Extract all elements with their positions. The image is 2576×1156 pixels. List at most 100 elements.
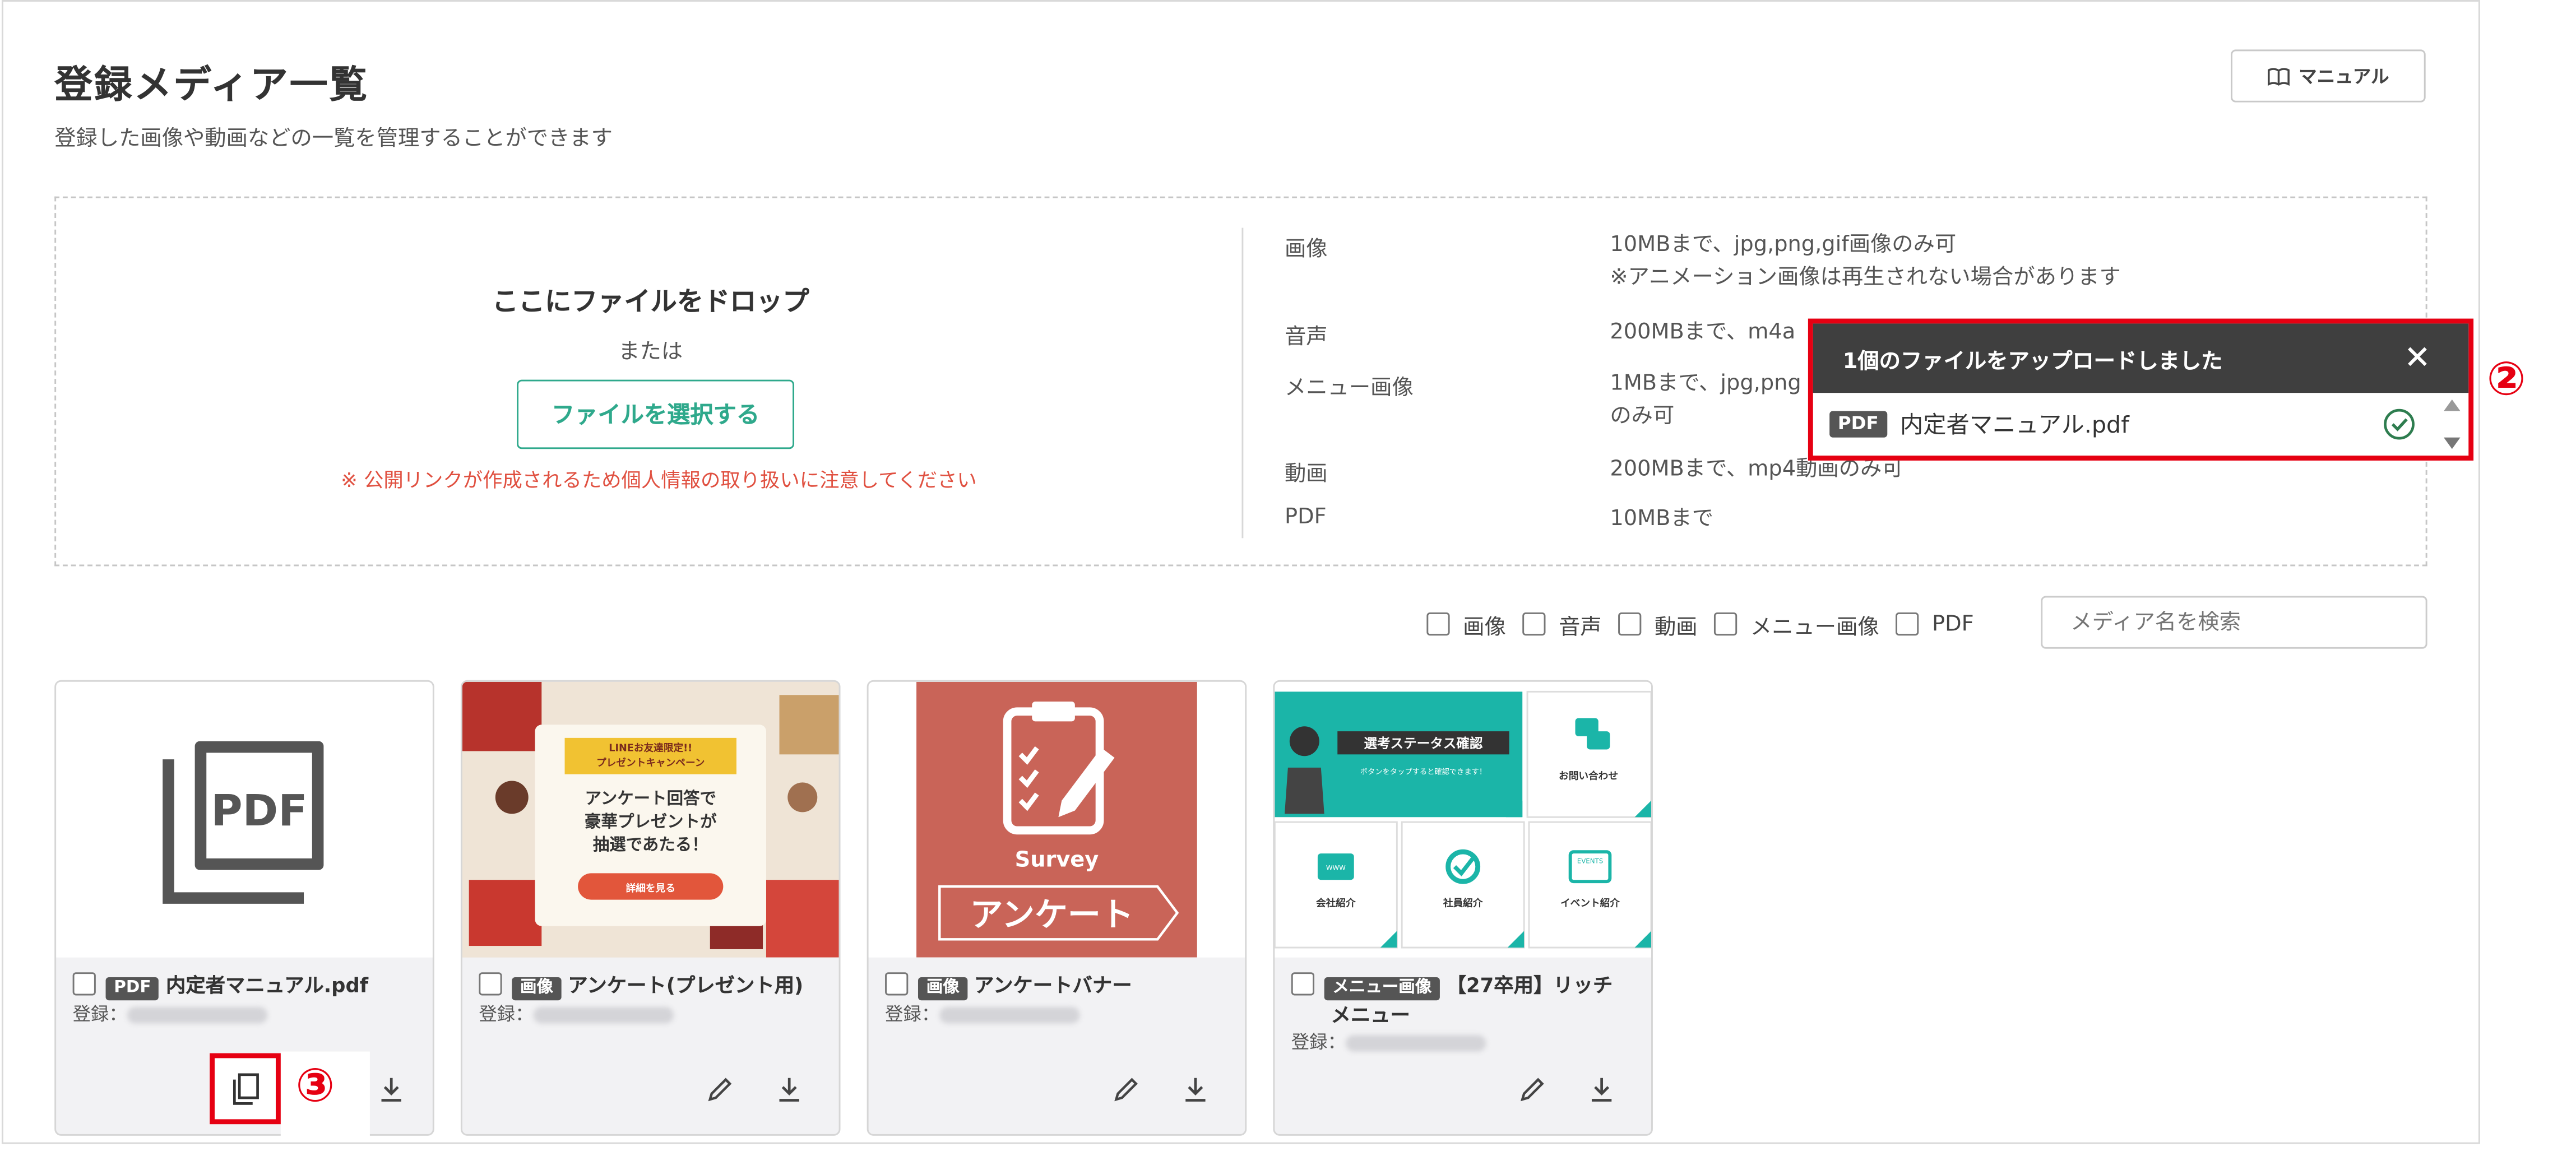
media-card-rich-menu[interactable]: 選考ステータス確認 ボタンをタップすると確認できます！ お問い合わせ WWW 会…	[1273, 680, 1653, 1136]
filter-audio-label: 音声	[1559, 615, 1602, 640]
svg-text:イベント紹介: イベント紹介	[1560, 897, 1620, 909]
scroll-arrows-icon[interactable]	[2442, 396, 2462, 452]
filter-pdf-label: PDF	[1932, 611, 1974, 637]
toast-header: 1個のファイルをアップロードしました	[1813, 323, 2469, 393]
copy-link-button[interactable]	[210, 1053, 281, 1125]
registered-info: 登録：	[479, 1000, 674, 1027]
card-select-checkbox[interactable]	[72, 972, 96, 996]
svg-text:PDF: PDF	[211, 786, 308, 836]
filter-video-label: 動画	[1654, 615, 1698, 640]
spec-desc-menu-image: 1MBまで、jpg,png のみ可	[1610, 371, 1801, 429]
close-icon[interactable]	[2402, 342, 2432, 372]
edit-button[interactable]	[1514, 1071, 1550, 1108]
svg-text:WWW: WWW	[1326, 864, 1346, 872]
card-select-checkbox[interactable]	[1291, 972, 1315, 996]
card-title-row: メニュー画像 【27卒用】リッチ	[1291, 972, 1613, 1001]
book-icon	[2268, 67, 2290, 85]
download-button[interactable]	[373, 1071, 410, 1108]
media-name: アンケート(プレゼント用)	[568, 974, 804, 997]
download-button[interactable]	[1583, 1071, 1620, 1108]
spec-label-audio: 音声	[1284, 325, 1328, 350]
svg-text:プレゼントキャンペーン: プレゼントキャンペーン	[596, 756, 705, 769]
svg-text:ボタンをタップすると確認できます！: ボタンをタップすると確認できます！	[1360, 768, 1486, 777]
file-type-badge: PDF	[1829, 411, 1887, 438]
media-search-input[interactable]	[2041, 596, 2427, 649]
media-name: アンケートバナー	[974, 974, 1132, 997]
type-badge: メニュー画像	[1324, 977, 1440, 1001]
check-circle-icon	[2384, 408, 2415, 440]
privacy-notice: ※ 公開リンクが作成されるため個人情報の取り扱いに注意してください	[341, 468, 977, 492]
svg-text:LINEお友達限定!!: LINEお友達限定!!	[609, 741, 692, 754]
card-title-row: 画像 アンケートバナー	[885, 972, 1132, 1001]
spec-desc-pdf: 10MBまで	[1610, 507, 1714, 532]
pencil-icon	[1520, 1078, 1544, 1102]
media-name-line2: メニュー	[1331, 1004, 1410, 1027]
type-badge: 画像	[918, 977, 968, 1001]
page-title: 登録メディア一覧	[54, 64, 369, 108]
svg-text:豪華プレゼントが: 豪華プレゼントが	[585, 812, 717, 831]
filter-image-checkbox[interactable]	[1426, 612, 1450, 636]
blurred-date	[939, 1007, 1080, 1024]
spec-label-image: 画像	[1284, 238, 1328, 263]
pencil-icon	[708, 1078, 732, 1102]
annotation-2: ②	[2486, 351, 2526, 406]
uploaded-file-name: 内定者マニュアル.pdf	[1900, 412, 2129, 439]
filter-audio-checkbox[interactable]	[1522, 612, 1546, 636]
toast-message: 1個のファイルをアップロードしました	[1842, 349, 2223, 374]
registered-info: 登録：	[1291, 1028, 1486, 1055]
pencil-icon	[1114, 1078, 1138, 1102]
spec-label-pdf: PDF	[1284, 505, 1327, 530]
svg-text:Survey: Survey	[1015, 847, 1099, 872]
manual-label: マニュアル	[2299, 66, 2389, 88]
pdf-thumbnail: PDF	[56, 681, 433, 958]
filter-group: 画像 音声 動画 メニュー画像 PDF	[1426, 599, 1974, 648]
divider	[1241, 228, 1244, 538]
blurred-date	[533, 1007, 674, 1024]
filter-pdf-checkbox[interactable]	[1896, 612, 1919, 636]
svg-text:会社紹介: 会社紹介	[1316, 897, 1356, 909]
upload-toast: 1個のファイルをアップロードしました PDF 内定者マニュアル.pdf	[1808, 318, 2474, 461]
edit-button[interactable]	[702, 1071, 738, 1108]
drop-or-text: または	[618, 340, 683, 365]
download-icon	[1591, 1078, 1612, 1102]
media-card-survey[interactable]: Survey アンケート 画像 アンケートバナー 登録：	[867, 680, 1247, 1136]
edit-button[interactable]	[1108, 1071, 1145, 1108]
media-name: 内定者マニュアル.pdf	[165, 974, 369, 997]
filter-image-label: 画像	[1463, 615, 1506, 640]
download-icon	[381, 1078, 401, 1102]
media-list-panel: 登録メディア一覧 登録した画像や動画などの一覧を管理することができます マニュア…	[1, 0, 2480, 1144]
svg-text:お問い合わせ: お問い合わせ	[1559, 770, 1618, 782]
download-button[interactable]	[1177, 1071, 1213, 1108]
svg-text:EVENTS: EVENTS	[1577, 857, 1603, 865]
page-subtitle: 登録した画像や動画などの一覧を管理することができます	[54, 127, 613, 152]
registered-info: 登録：	[885, 1000, 1080, 1027]
pdf-file-icon: PDF	[163, 741, 324, 904]
blurred-date	[1345, 1035, 1486, 1052]
spec-desc-audio: 200MBまで、m4a	[1610, 320, 1796, 345]
copy-icon	[232, 1073, 258, 1104]
card-select-checkbox[interactable]	[885, 972, 909, 996]
media-card-present[interactable]: LINEお友達限定!! プレゼントキャンペーン アンケート回答で 豪華プレゼント…	[460, 680, 841, 1136]
svg-text:アンケート回答で: アンケート回答で	[585, 789, 716, 808]
type-badge: 画像	[512, 977, 562, 1001]
svg-text:詳細を見る: 詳細を見る	[626, 882, 675, 894]
type-badge: PDF	[105, 977, 160, 1001]
spec-label-video: 動画	[1284, 462, 1328, 488]
filter-menu-image-checkbox[interactable]	[1714, 612, 1738, 636]
blurred-date	[127, 1007, 268, 1024]
card-select-checkbox[interactable]	[479, 972, 502, 996]
manual-button[interactable]: マニュアル	[2231, 49, 2426, 103]
select-file-button[interactable]: ファイルを選択する	[517, 379, 795, 449]
annotation-3: ③	[295, 1058, 335, 1113]
filter-video-checkbox[interactable]	[1618, 612, 1642, 636]
rich-menu-thumbnail: 選考ステータス確認 ボタンをタップすると確認できます！ お問い合わせ WWW 会…	[1275, 681, 1651, 958]
card-title-row: 画像 アンケート(プレゼント用)	[479, 972, 804, 1001]
card-title-row: PDF 内定者マニュアル.pdf	[72, 972, 369, 1001]
registered-info: 登録：	[73, 1000, 268, 1027]
download-button[interactable]	[771, 1071, 808, 1108]
media-name: 【27卒用】リッチ	[1446, 974, 1613, 997]
download-icon	[1185, 1078, 1206, 1102]
present-banner-image: LINEお友達限定!! プレゼントキャンペーン アンケート回答で 豪華プレゼント…	[462, 681, 839, 958]
present-thumbnail: LINEお友達限定!! プレゼントキャンペーン アンケート回答で 豪華プレゼント…	[462, 681, 839, 958]
spec-label-menu-image: メニュー画像	[1284, 376, 1414, 401]
